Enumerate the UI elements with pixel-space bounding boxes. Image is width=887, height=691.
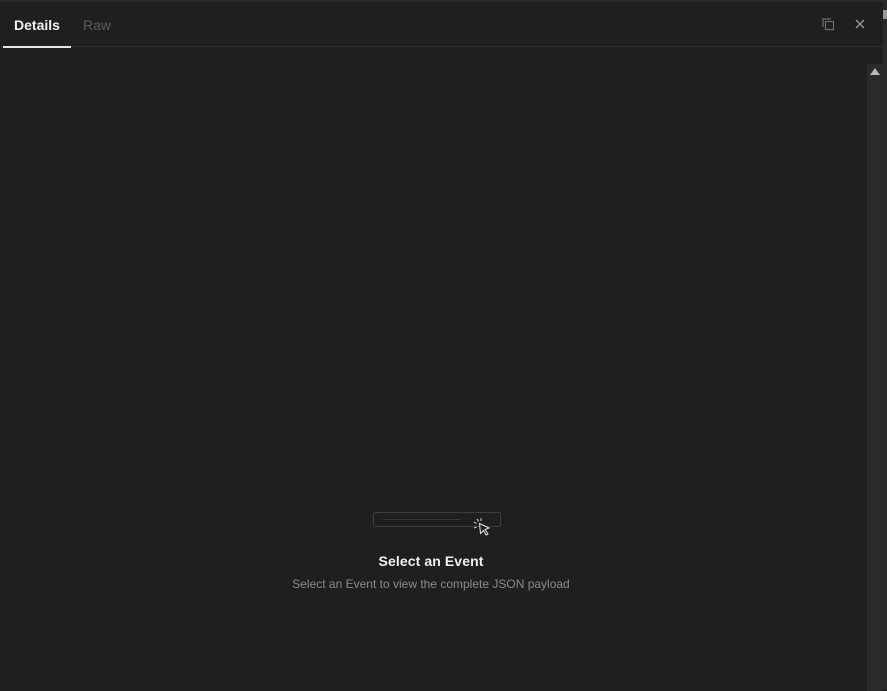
empty-state-title: Select an Event [378, 553, 484, 569]
close-icon [855, 19, 865, 29]
close-button[interactable] [850, 14, 870, 34]
tab-raw-label: Raw [82, 17, 111, 33]
window-edge [883, 0, 887, 689]
empty-state-subtitle: Select an Event to view the complete JSO… [292, 577, 570, 591]
tab-bar: Details Raw [0, 4, 883, 48]
details-panel: Details Raw Select an Event Select an Ev… [0, 0, 887, 691]
tab-details[interactable]: Details [3, 4, 71, 48]
tab-details-label: Details [14, 17, 60, 33]
window-edge-handle [883, 10, 887, 19]
empty-state: Select an Event Select an Event to view … [0, 507, 862, 591]
tab-raw[interactable]: Raw [78, 4, 116, 47]
active-tab-indicator [3, 46, 71, 48]
scroll-up-arrow-icon[interactable] [870, 68, 880, 75]
cursor-click-icon [361, 507, 501, 547]
copy-button[interactable] [818, 14, 838, 34]
vertical-scrollbar[interactable] [867, 64, 883, 691]
copy-icon [822, 18, 835, 31]
